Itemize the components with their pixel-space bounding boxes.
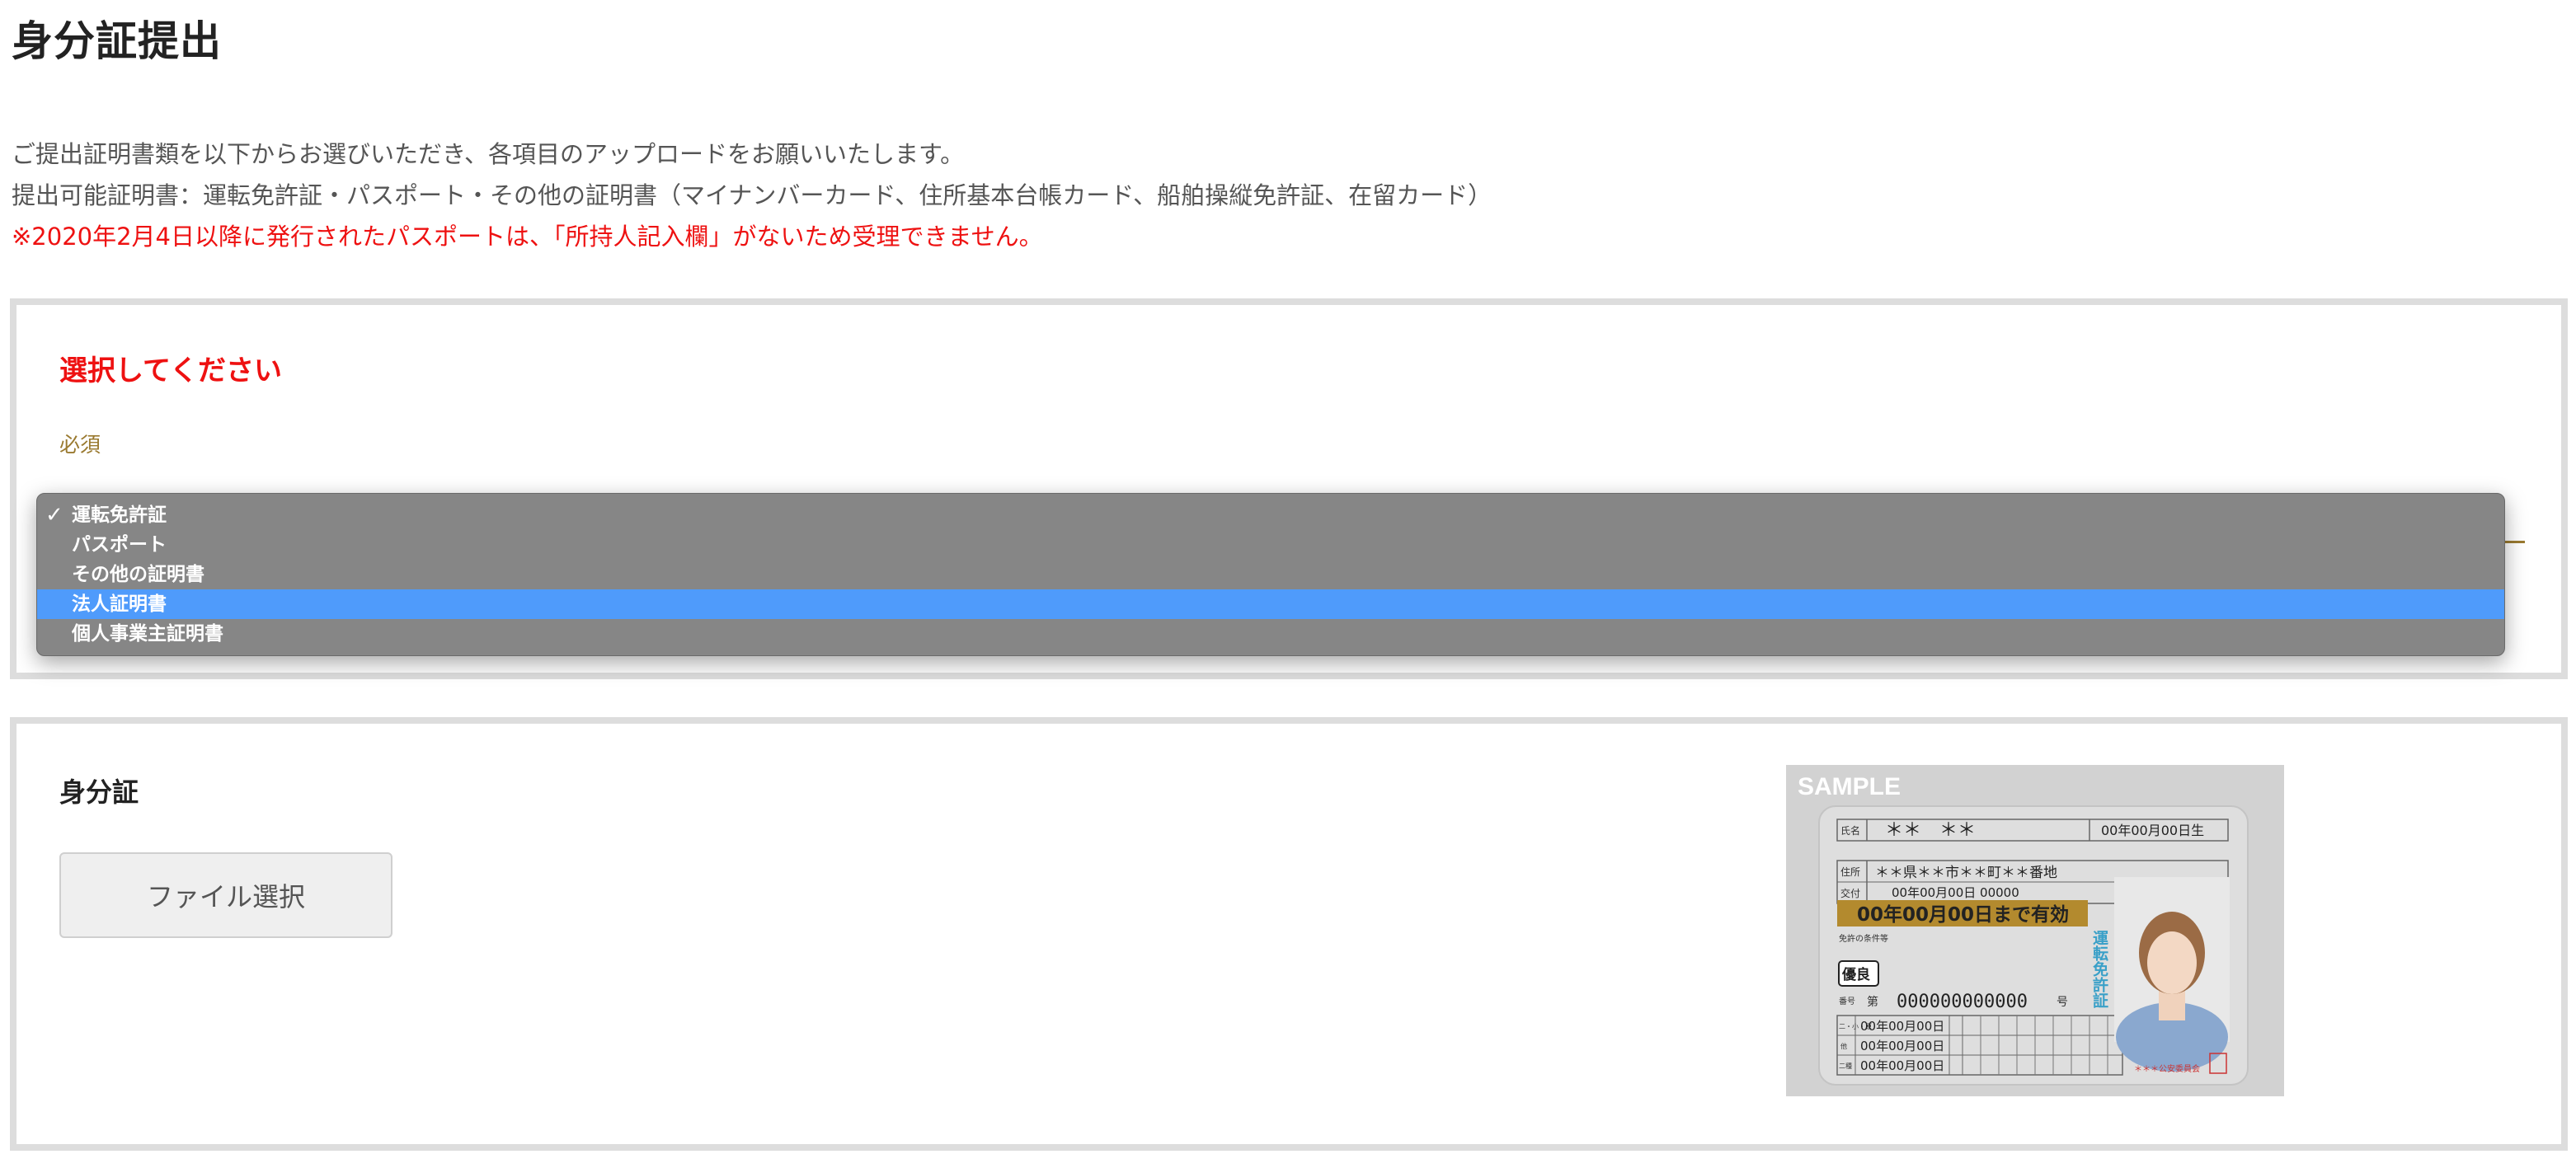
intro-line-2: 提出可能証明書：運転免許証・パスポート・その他の証明書（マイナンバーカード、住所… xyxy=(12,181,1492,209)
svg-text:免許の条件等: 免許の条件等 xyxy=(1839,933,1888,944)
svg-text:交付: 交付 xyxy=(1840,887,1860,899)
svg-text:00年00月00日: 00年00月00日 xyxy=(1860,1019,1944,1034)
checkmark-icon: ✓ xyxy=(45,503,63,528)
passport-warning: ※2020年2月4日以降に発行されたパスポートは、「所持人記入欄」がないため受理… xyxy=(12,223,1043,251)
option-other-certificate[interactable]: その他の証明書 xyxy=(37,560,2504,589)
file-select-button[interactable]: ファイル選択 xyxy=(59,852,393,938)
svg-text:運転免許証: 運転免許証 xyxy=(2090,930,2108,1009)
required-label: 必須 xyxy=(59,433,101,457)
option-label: 個人事業主証明書 xyxy=(72,623,223,645)
option-drivers-license[interactable]: ✓ 運転免許証 xyxy=(37,500,2504,530)
sample-license-image: SAMPLE 氏名 ＊＊ ＊＊ 00年00月00日生 住所 ＊＊県＊＊市＊＊町＊… xyxy=(1786,765,2284,1096)
svg-text:氏名: 氏名 xyxy=(1840,824,1860,837)
option-passport[interactable]: パスポート xyxy=(37,530,2504,560)
intro-text: ご提出証明書類を以下からお選びいただき、各項目のアップロードをお願いいたします。… xyxy=(12,134,1492,257)
svg-text:000000000000: 000000000000 xyxy=(1897,992,2028,1012)
svg-text:00年00月00日まで有効: 00年00月00日まで有効 xyxy=(1857,903,2069,926)
svg-text:00年00月00日: 00年00月00日 xyxy=(1860,1039,1944,1053)
sample-watermark: SAMPLE xyxy=(1798,773,1901,800)
option-corporate-certificate[interactable]: 法人証明書 xyxy=(37,589,2504,619)
svg-text:住所: 住所 xyxy=(1840,866,1860,878)
option-label: 運転免許証 xyxy=(72,504,167,526)
svg-text:00年00月00日: 00年00月00日 xyxy=(1860,1058,1944,1073)
svg-text:＊＊ ＊＊: ＊＊ ＊＊ xyxy=(1885,820,1976,841)
svg-text:＊＊＊公安委員会: ＊＊＊公安委員会 xyxy=(2134,1063,2200,1074)
document-type-dropdown[interactable]: ✓ 運転免許証 パスポート その他の証明書 法人証明書 個人事業主証明書 xyxy=(36,493,2505,656)
id-upload-title: 身分証 xyxy=(59,776,139,808)
svg-text:番号: 番号 xyxy=(1839,997,1855,1006)
svg-text:号: 号 xyxy=(2057,996,2068,1009)
option-sole-proprietor-certificate[interactable]: 個人事業主証明書 xyxy=(37,619,2504,649)
svg-text:＊＊県＊＊市＊＊町＊＊番地: ＊＊県＊＊市＊＊町＊＊番地 xyxy=(1875,865,2057,881)
select-heading: 選択してください xyxy=(59,354,282,387)
option-label: 法人証明書 xyxy=(72,593,167,615)
svg-text:00年00月00日生: 00年00月00日生 xyxy=(2101,823,2204,838)
svg-text:優良: 優良 xyxy=(1841,966,1870,983)
svg-text:第: 第 xyxy=(1867,995,1878,1009)
option-label: パスポート xyxy=(72,534,167,556)
svg-text:他: 他 xyxy=(1840,1042,1847,1050)
svg-text:00年00月00日 00000: 00年00月00日 00000 xyxy=(1892,885,2019,900)
option-label: その他の証明書 xyxy=(72,564,204,585)
intro-line-1: ご提出証明書類を以下からお選びいただき、各項目のアップロードをお願いいたします。 xyxy=(12,140,965,168)
svg-text:二種: 二種 xyxy=(1839,1062,1852,1070)
page-title: 身分証提出 xyxy=(12,17,222,65)
id-upload-panel: 身分証 ファイル選択 SAMPLE 氏名 ＊＊ ＊＊ 00年00月00日生 住所… xyxy=(10,717,2568,1151)
